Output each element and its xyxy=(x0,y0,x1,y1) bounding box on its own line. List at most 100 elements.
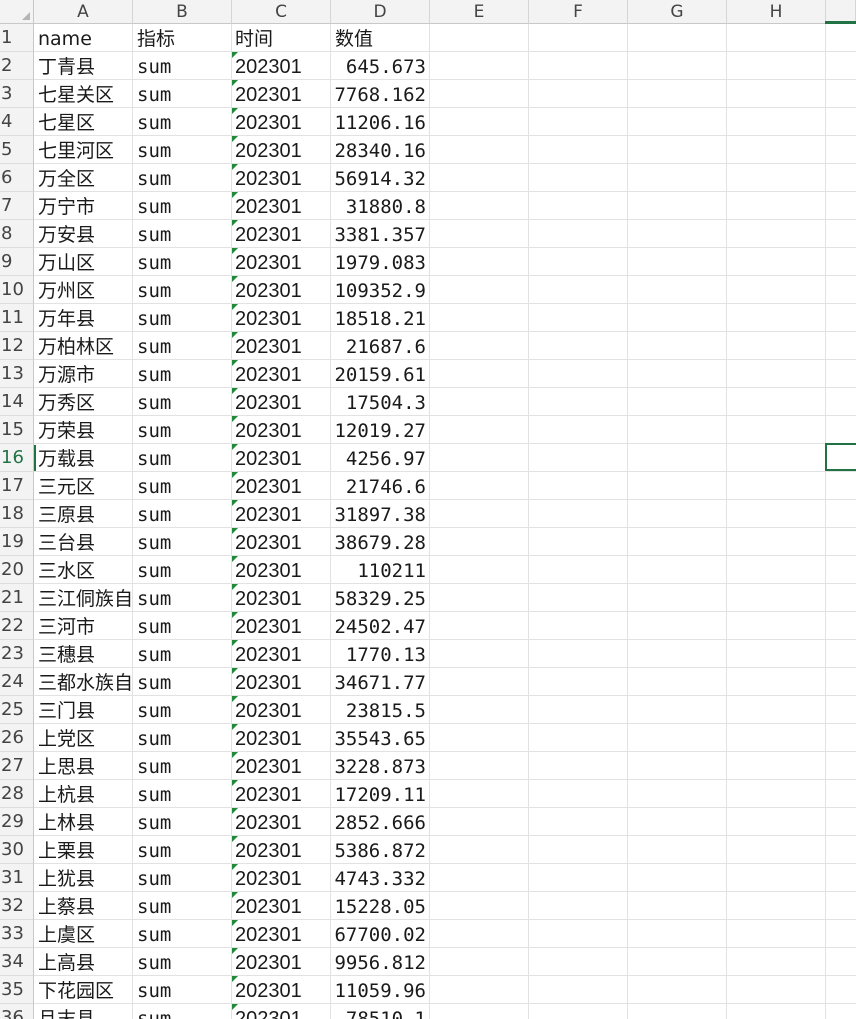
cell-name[interactable]: 上高县 xyxy=(34,948,133,976)
cell-empty[interactable] xyxy=(430,24,529,52)
cell-empty[interactable] xyxy=(529,696,628,724)
cell-metric[interactable]: sum xyxy=(133,780,232,808)
cell-value[interactable]: 21746.6 xyxy=(331,472,430,500)
cell-empty[interactable] xyxy=(628,640,727,668)
cell-empty[interactable] xyxy=(529,976,628,1004)
cell-empty[interactable] xyxy=(529,668,628,696)
cell-time[interactable]: 202301 xyxy=(232,976,331,1004)
cell-empty[interactable] xyxy=(826,388,856,416)
cell-empty[interactable] xyxy=(430,52,529,80)
number-as-text-warning-icon[interactable] xyxy=(232,276,238,282)
cell-metric[interactable]: sum xyxy=(133,920,232,948)
cell-empty[interactable] xyxy=(628,360,727,388)
cell-empty[interactable] xyxy=(628,220,727,248)
cell-empty[interactable] xyxy=(826,360,856,388)
cell-time[interactable]: 202301 xyxy=(232,164,331,192)
cell-empty[interactable] xyxy=(628,52,727,80)
cell-name[interactable]: 万源市 xyxy=(34,360,133,388)
cell-metric[interactable]: sum xyxy=(133,332,232,360)
cell-empty[interactable] xyxy=(826,836,856,864)
cell-empty[interactable] xyxy=(826,724,856,752)
row-header[interactable]: 25 xyxy=(0,696,34,724)
number-as-text-warning-icon[interactable] xyxy=(232,220,238,226)
cell-time[interactable]: 202301 xyxy=(232,472,331,500)
cell-time[interactable]: 202301 xyxy=(232,584,331,612)
cell-empty[interactable] xyxy=(529,528,628,556)
cell-value[interactable]: 58329.25 xyxy=(331,584,430,612)
cell-empty[interactable] xyxy=(529,136,628,164)
cell-empty[interactable] xyxy=(529,556,628,584)
column-header-b[interactable]: B xyxy=(133,0,232,24)
number-as-text-warning-icon[interactable] xyxy=(232,780,238,786)
cell-empty[interactable] xyxy=(430,80,529,108)
cell-value[interactable]: 12019.27 xyxy=(331,416,430,444)
cell-empty[interactable] xyxy=(529,836,628,864)
cell-time[interactable]: 202301 xyxy=(232,528,331,556)
cell-value[interactable]: 9956.812 xyxy=(331,948,430,976)
cell-empty[interactable] xyxy=(529,724,628,752)
cell-name[interactable]: 三河市 xyxy=(34,612,133,640)
cell-empty[interactable] xyxy=(529,360,628,388)
number-as-text-warning-icon[interactable] xyxy=(232,80,238,86)
row-header[interactable]: 27 xyxy=(0,752,34,780)
cell-empty[interactable] xyxy=(826,108,856,136)
row-header[interactable]: 6 xyxy=(0,164,34,192)
cell-empty[interactable] xyxy=(430,108,529,136)
cell-empty[interactable] xyxy=(727,836,826,864)
row-header[interactable]: 33 xyxy=(0,920,34,948)
cell-empty[interactable] xyxy=(430,332,529,360)
cell-empty[interactable] xyxy=(529,920,628,948)
cell-empty[interactable] xyxy=(628,24,727,52)
cell-name[interactable]: 三元区 xyxy=(34,472,133,500)
number-as-text-warning-icon[interactable] xyxy=(232,612,238,618)
cell-empty[interactable] xyxy=(529,248,628,276)
cell-time[interactable]: 202301 xyxy=(232,892,331,920)
cell-empty[interactable] xyxy=(430,304,529,332)
cell-empty[interactable] xyxy=(826,528,856,556)
cell-empty[interactable] xyxy=(628,472,727,500)
cell-empty[interactable] xyxy=(529,192,628,220)
cell-empty[interactable] xyxy=(628,248,727,276)
cell-name[interactable]: 七星区 xyxy=(34,108,133,136)
cell-empty[interactable] xyxy=(628,948,727,976)
row-header[interactable]: 2 xyxy=(0,52,34,80)
cell-empty[interactable] xyxy=(826,556,856,584)
cell-empty[interactable] xyxy=(826,416,856,444)
cell-name[interactable]: 万山区 xyxy=(34,248,133,276)
row-header[interactable]: 31 xyxy=(0,864,34,892)
cell-empty[interactable] xyxy=(628,276,727,304)
cell-name[interactable]: 三水区 xyxy=(34,556,133,584)
cell-empty[interactable] xyxy=(727,724,826,752)
cell-empty[interactable] xyxy=(727,192,826,220)
cell-empty[interactable] xyxy=(628,584,727,612)
cell-metric[interactable]: sum xyxy=(133,948,232,976)
cell-empty[interactable] xyxy=(430,864,529,892)
row-header[interactable]: 24 xyxy=(0,668,34,696)
row-header[interactable]: 29 xyxy=(0,808,34,836)
row-header[interactable]: 23 xyxy=(0,640,34,668)
cell-metric[interactable]: sum xyxy=(133,248,232,276)
cell-empty[interactable] xyxy=(529,780,628,808)
cell-empty[interactable] xyxy=(826,780,856,808)
column-header-f[interactable]: F xyxy=(529,0,628,24)
row-header[interactable]: 5 xyxy=(0,136,34,164)
number-as-text-warning-icon[interactable] xyxy=(232,528,238,534)
number-as-text-warning-icon[interactable] xyxy=(232,472,238,478)
cell-empty[interactable] xyxy=(727,24,826,52)
cell-time[interactable]: 202301 xyxy=(232,612,331,640)
cell-metric[interactable]: sum xyxy=(133,976,232,1004)
cell-value[interactable]: 3381.357 xyxy=(331,220,430,248)
cell-empty[interactable] xyxy=(826,920,856,948)
number-as-text-warning-icon[interactable] xyxy=(232,724,238,730)
number-as-text-warning-icon[interactable] xyxy=(232,192,238,198)
cell-empty[interactable] xyxy=(727,808,826,836)
cell-name[interactable]: 下花园区 xyxy=(34,976,133,1004)
cell-name[interactable]: 三都水族自 xyxy=(34,668,133,696)
cell-empty[interactable] xyxy=(529,612,628,640)
number-as-text-warning-icon[interactable] xyxy=(232,640,238,646)
cell-empty[interactable] xyxy=(529,752,628,780)
cell-header-name[interactable]: name xyxy=(34,24,133,52)
cell-name[interactable]: 上虞区 xyxy=(34,920,133,948)
cell-empty[interactable] xyxy=(430,836,529,864)
cell-metric[interactable]: sum xyxy=(133,416,232,444)
